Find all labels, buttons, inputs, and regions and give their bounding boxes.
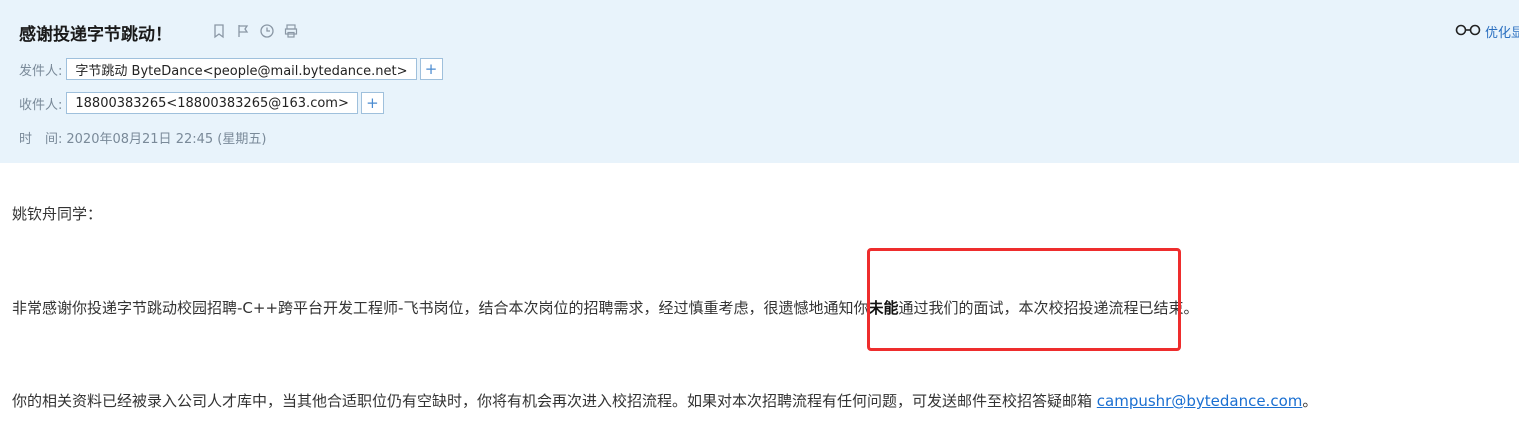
campus-hr-email-link[interactable]: campushr@bytedance.com	[1097, 392, 1303, 410]
time-value: 2020年08月21日 22:45 (星期五)	[66, 132, 267, 147]
paragraph-talent-pool-end: 。	[1302, 392, 1318, 410]
paragraph-result: 非常感谢你投递字节跳动校园招聘-C++跨平台开发工程师-飞书岗位，结合本次岗位的…	[12, 297, 1198, 318]
paragraph-result-end: 通过我们的面试，本次校招投递流程已结束。	[898, 299, 1199, 317]
greeting: 姚钦舟同学：	[12, 205, 103, 223]
clock-icon[interactable]	[258, 22, 276, 40]
email-subject: 感谢投递字节跳动！	[19, 25, 172, 45]
add-recipient-contact-button[interactable]: +	[360, 92, 384, 114]
header-toolbar	[210, 22, 300, 40]
recipient-address[interactable]: 18800383265<18800383265@163.com>	[66, 92, 358, 114]
paragraph-result-start: 非常感谢你投递字节跳动校园招聘-C++跨平台开发工程师-飞书岗位，结合本次岗位的…	[12, 299, 869, 317]
print-icon[interactable]	[282, 22, 300, 40]
email-header: 感谢投递字节跳动！ 优化显示 发件人: 字节跳动 ByteDance<peopl…	[0, 0, 1519, 163]
recipient-label: 收件人:	[19, 97, 63, 113]
sender-row: 发件人: 字节跳动 ByteDance<people@mail.bytedanc…	[19, 58, 443, 80]
sender-label: 发件人:	[19, 63, 63, 79]
glasses-icon	[1455, 24, 1481, 40]
bookmark-icon[interactable]	[210, 22, 228, 40]
sender-address[interactable]: 字节跳动 ByteDance<people@mail.bytedance.net…	[66, 58, 417, 80]
time-row: 时 间: 2020年08月21日 22:45 (星期五)	[19, 128, 266, 147]
bold-not-passed: 未能	[868, 299, 899, 317]
paragraph-talent-pool: 你的相关资料已经被录入公司人才库中，当其他合适职位仍有空缺时，你将有机会再次进入…	[12, 390, 1317, 411]
recipient-row: 收件人: 18800383265<18800383265@163.com> +	[19, 92, 384, 114]
paragraph-talent-pool-start: 你的相关资料已经被录入公司人才库中，当其他合适职位仍有空缺时，你将有机会再次进入…	[12, 392, 1097, 410]
time-label: 时 间:	[19, 132, 63, 147]
optimize-display-link[interactable]: 优化显示	[1455, 22, 1519, 41]
flag-icon[interactable]	[234, 22, 252, 40]
optimize-label: 优化显示	[1485, 26, 1519, 41]
add-sender-contact-button[interactable]: +	[419, 58, 443, 80]
